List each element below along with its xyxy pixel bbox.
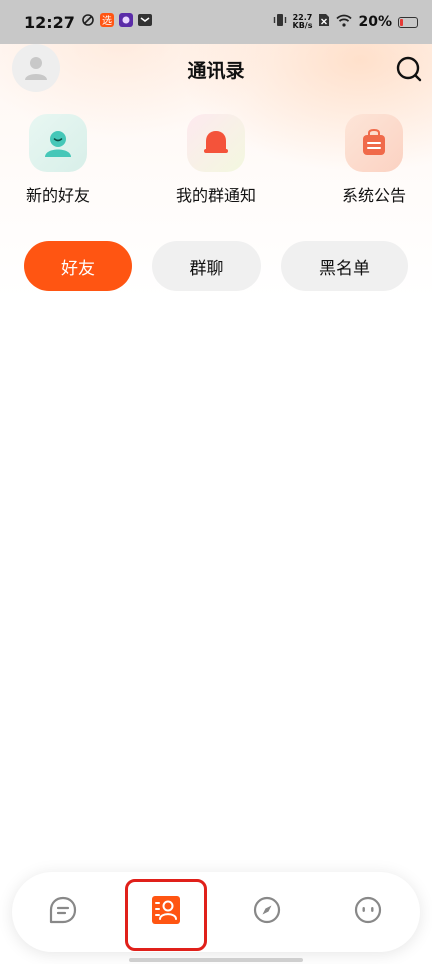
battery-icon bbox=[398, 16, 418, 28]
header: 通讯录 bbox=[0, 44, 432, 92]
tab-blacklist[interactable]: 黑名单 bbox=[281, 241, 408, 291]
shortcut-group-notice[interactable]: 我的群通知 bbox=[156, 114, 276, 206]
shortcut-new-friend[interactable]: 新的好友 bbox=[0, 114, 118, 206]
sync-icon bbox=[81, 13, 95, 31]
app-notification-icon: 选 bbox=[99, 13, 114, 31]
search-icon[interactable] bbox=[394, 54, 424, 84]
sim-icon bbox=[318, 13, 330, 31]
new-friend-icon bbox=[29, 114, 87, 172]
shortcut-label: 新的好友 bbox=[25, 186, 90, 205]
shortcut-system-announcement[interactable]: 系统公告 bbox=[314, 114, 432, 206]
selection-highlight bbox=[125, 879, 207, 951]
home-indicator[interactable] bbox=[129, 958, 303, 962]
status-bar: 12:27 选 22.7 KB/s 20% bbox=[0, 0, 432, 44]
svg-text:选: 选 bbox=[102, 14, 112, 27]
battery-percent: 20% bbox=[358, 14, 392, 30]
chat-bubble-icon bbox=[48, 895, 78, 929]
shortcut-label: 我的群通知 bbox=[175, 186, 256, 205]
tab-group-chats[interactable]: 群聊 bbox=[152, 241, 261, 291]
bottom-nav bbox=[12, 872, 420, 952]
announcement-bag-icon bbox=[345, 114, 403, 172]
mail-notification-icon bbox=[137, 13, 152, 31]
wifi-icon bbox=[336, 14, 353, 31]
bell-icon bbox=[187, 114, 245, 172]
contact-tabs: 好友 群聊 黑名单 bbox=[0, 241, 432, 291]
face-icon bbox=[353, 895, 383, 929]
vibrate-icon bbox=[273, 13, 287, 31]
status-time: 12:27 bbox=[24, 12, 75, 32]
net-speed-unit: KB/s bbox=[292, 21, 313, 30]
shortcut-label: 系统公告 bbox=[341, 186, 406, 205]
net-speed: 22.7 KB/s bbox=[293, 14, 313, 30]
game-notification-icon bbox=[118, 13, 133, 31]
shortcut-row: 新的好友 我的群通知 系统公告 bbox=[0, 114, 432, 214]
page-title: 通讯录 bbox=[187, 60, 245, 82]
status-right-group: 22.7 KB/s 20% bbox=[273, 13, 418, 31]
nav-messages[interactable] bbox=[23, 872, 103, 952]
battery-level bbox=[400, 18, 403, 26]
nav-me[interactable] bbox=[328, 872, 408, 952]
compass-icon bbox=[252, 895, 282, 929]
nav-discover[interactable] bbox=[227, 872, 307, 952]
tab-friends[interactable]: 好友 bbox=[24, 241, 132, 291]
